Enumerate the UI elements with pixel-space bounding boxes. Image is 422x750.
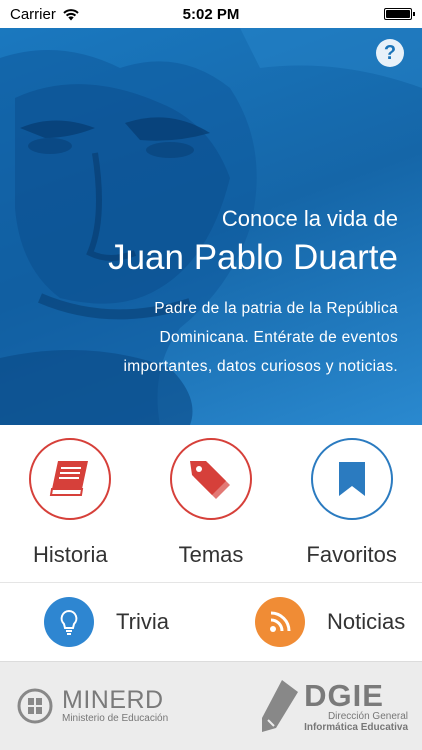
favoritos-button[interactable]: Favoritos [287,438,417,568]
favoritos-ring [310,438,393,520]
hero-description: Padre de la patria de la República Domin… [123,300,398,375]
carrier-label: Carrier [10,5,56,23]
dgie-name: DGIE [304,677,384,713]
favoritos-label: Favoritos [306,542,397,567]
dgie-line2: Informática Educativa [304,721,408,733]
help-button[interactable]: ? [376,39,404,67]
historia-ring [29,438,112,520]
status-bar: Carrier 5:02 PM [0,0,422,28]
rss-icon [270,611,291,632]
primary-menu: Historia Temas Favoritos [0,425,422,583]
temas-ring [169,438,252,520]
wifi-icon [63,8,79,20]
noticias-dot [255,597,305,647]
dgie-logo: DGIE Dirección General Informática Educa… [260,678,408,734]
footer: MINERD Ministerio de Educación DGIE Dire… [0,661,422,750]
hero-banner: ? Conoce la vida de Juan Pablo Duarte Pa… [0,28,422,425]
pencil-icon [262,680,299,732]
bookmark-icon [338,462,365,496]
secondary-menu: Trivia Noticias [0,583,422,661]
temas-button[interactable]: Temas [146,438,276,568]
noticias-button[interactable]: Noticias [211,597,422,647]
trivia-dot [44,597,94,647]
temas-label: Temas [178,542,244,567]
lightbulb-icon [60,609,78,635]
minerd-subtitle: Ministerio de Educación [62,713,169,724]
historia-button[interactable]: Historia [5,438,135,568]
historia-label: Historia [33,542,108,567]
battery-icon [384,8,415,20]
hero-title: Juan Pablo Duarte [108,238,398,277]
trivia-button[interactable]: Trivia [0,597,211,647]
noticias-label: Noticias [327,609,406,634]
trivia-label: Trivia [116,609,169,634]
coat-of-arms-icon [17,688,53,724]
tags-icon [189,461,230,499]
hero-subtitle: Conoce la vida de [221,206,398,231]
hero-text: Conoce la vida de Juan Pablo Duarte Padr… [68,206,398,381]
book-icon [50,461,89,496]
status-left: Carrier [10,6,80,23]
minerd-logo: MINERD Ministerio de Educación [14,686,168,726]
minerd-name: MINERD [62,686,164,714]
